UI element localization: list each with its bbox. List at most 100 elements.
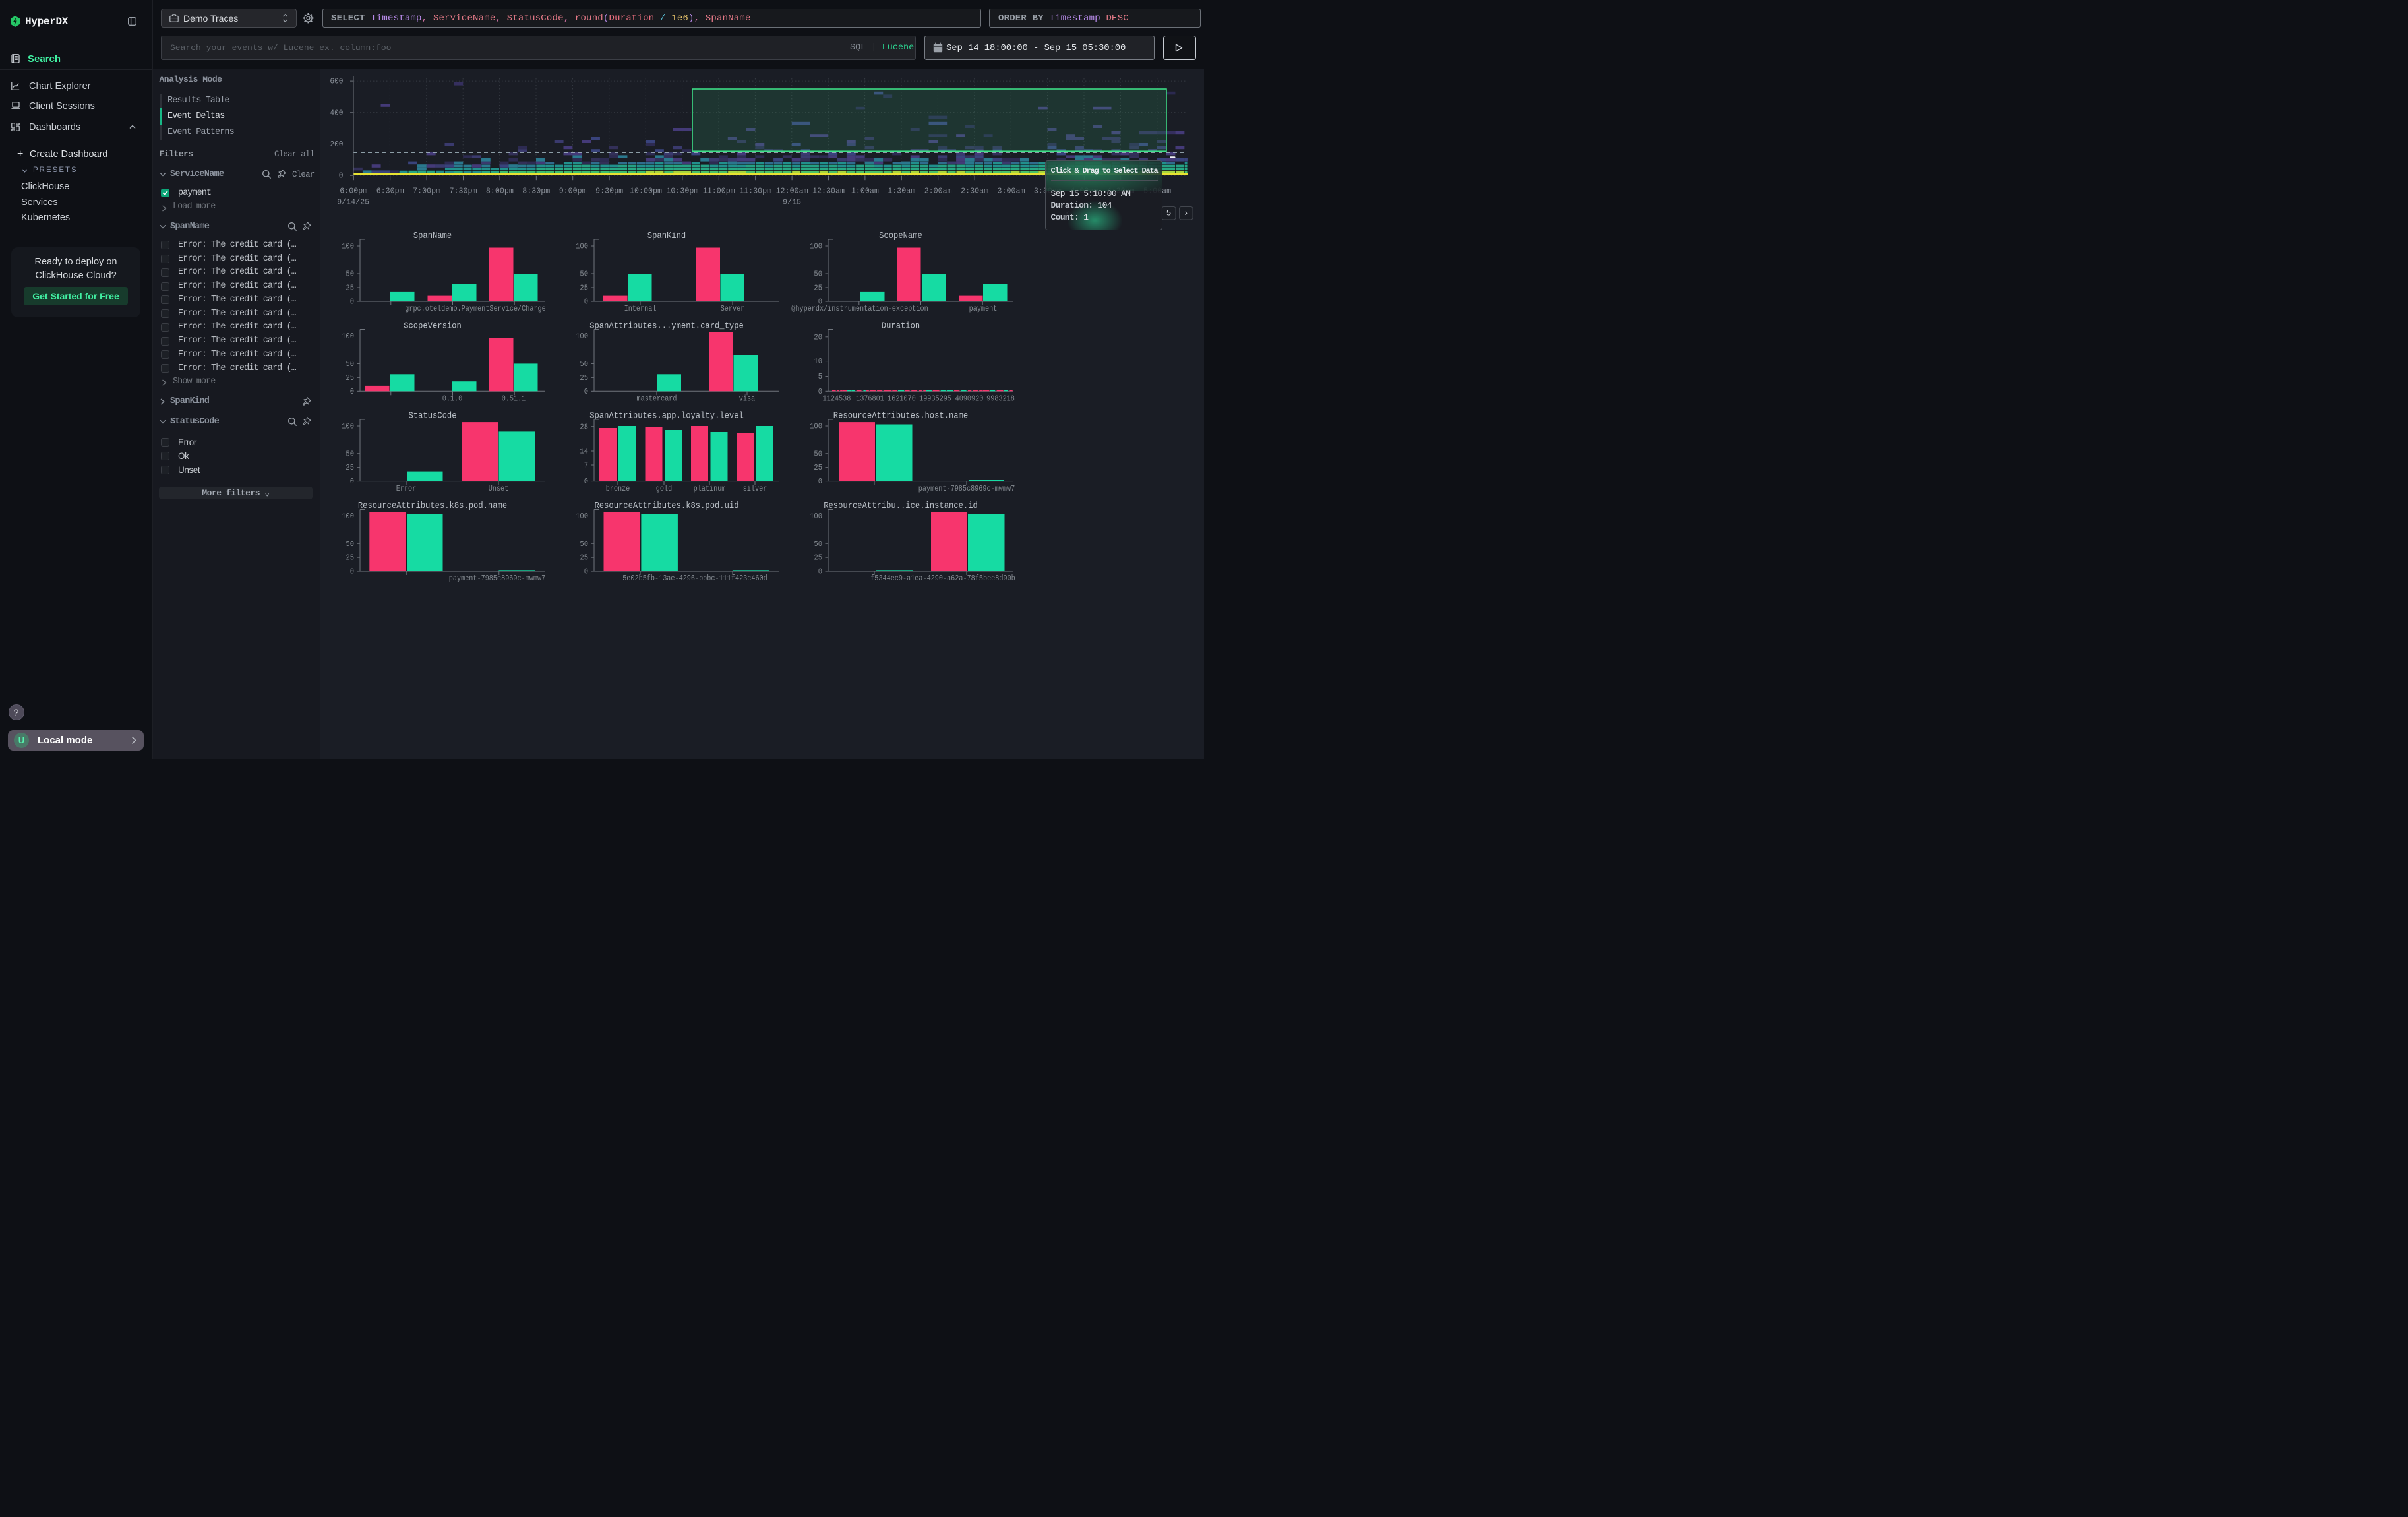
svg-text:ResourceAttributes.host.name: ResourceAttributes.host.name [833,411,968,421]
svg-text:9:00pm: 9:00pm [559,187,587,196]
svg-text:4090920: 4090920 [955,394,984,404]
svg-text:50: 50 [346,540,354,549]
svg-text:100: 100 [342,242,354,251]
svg-text:25: 25 [346,373,354,383]
svg-text:25: 25 [814,553,822,563]
svg-text:25: 25 [346,284,354,293]
svg-text:0: 0 [350,387,354,396]
svg-text:14: 14 [580,447,588,456]
svg-text:1376801: 1376801 [856,394,884,404]
svg-text:20: 20 [814,332,822,342]
svg-text:50: 50 [814,270,822,279]
svg-text:100: 100 [576,332,588,341]
svg-text:0: 0 [350,297,354,307]
svg-text:platinum: platinum [694,484,726,493]
svg-text:10:00pm: 10:00pm [630,187,662,196]
svg-text:100: 100 [810,512,822,521]
svg-text:0: 0 [584,477,588,486]
svg-text:silver: silver [743,484,768,493]
svg-text:bronze: bronze [606,484,630,493]
svg-text:0: 0 [584,567,588,576]
svg-text:100: 100 [810,422,822,431]
svg-text:0: 0 [584,387,588,396]
svg-text:50: 50 [814,449,822,458]
svg-text:6:00pm: 6:00pm [340,187,367,196]
svg-text:7:00pm: 7:00pm [413,187,440,196]
svg-text:25: 25 [346,553,354,563]
svg-text:11:30pm: 11:30pm [739,187,771,196]
svg-text:Error: Error [396,484,417,493]
svg-text:ScopeName: ScopeName [879,231,922,241]
svg-text:9:30pm: 9:30pm [595,187,623,196]
svg-text:SpanAttributes.app.loyalty.lev: SpanAttributes.app.loyalty.level [589,411,744,421]
svg-text:200: 200 [330,140,343,149]
svg-text:ResourceAttributes.k8s.pod.uid: ResourceAttributes.k8s.pod.uid [595,501,739,511]
svg-text:SpanAttributes...yment.card_ty: SpanAttributes...yment.card_type [589,321,744,331]
svg-text:0: 0 [818,477,822,486]
svg-text:grpc.oteldemo.PaymentService/C: grpc.oteldemo.PaymentService/Charge [405,304,546,313]
svg-text:400: 400 [330,108,343,117]
svg-text:ScopeVersion: ScopeVersion [404,321,462,331]
svg-text:12:30am: 12:30am [812,187,845,196]
svg-text:›: › [1184,208,1189,218]
svg-text:1124538: 1124538 [823,394,851,404]
svg-text:50: 50 [346,449,354,458]
svg-text:8:30pm: 8:30pm [522,187,550,196]
svg-text:0: 0 [350,477,354,486]
svg-text:f5344ec9-a1ea-4290-a62a-78f5be: f5344ec9-a1ea-4290-a62a-78f5bee8d90b [870,574,1015,583]
svg-text:7: 7 [584,461,588,470]
svg-text:payment: payment [969,304,998,313]
svg-text:100: 100 [810,242,822,251]
svg-text:0: 0 [350,567,354,576]
svg-text:100: 100 [342,332,354,341]
svg-text:0: 0 [818,387,822,396]
svg-text:SpanName: SpanName [413,231,452,241]
svg-text:0: 0 [339,171,344,181]
svg-text:StatusCode: StatusCode [409,411,457,421]
svg-text:SpanKind: SpanKind [647,231,686,241]
svg-text:100: 100 [342,422,354,431]
svg-text:25: 25 [580,553,588,563]
svg-text:5e02b5fb-13ae-4296-bbbc-111f42: 5e02b5fb-13ae-4296-bbbc-111f423c460d [622,574,768,583]
svg-text:25: 25 [814,284,822,293]
svg-text:2:00am: 2:00am [924,187,952,196]
svg-text:50: 50 [346,359,354,369]
svg-text:6:30pm: 6:30pm [376,187,404,196]
svg-text:600: 600 [330,77,343,86]
svg-text:25: 25 [814,463,822,472]
svg-text:12:00am: 12:00am [776,187,808,196]
svg-text:3:00am: 3:00am [998,187,1025,196]
svg-text:ResourceAttributes.k8s.pod.nam: ResourceAttributes.k8s.pod.name [358,501,507,511]
svg-text:50: 50 [580,540,588,549]
svg-text:19935295: 19935295 [919,394,951,404]
svg-text:8:00pm: 8:00pm [486,187,514,196]
svg-text:11:00pm: 11:00pm [703,187,735,196]
svg-text:2:30am: 2:30am [961,187,988,196]
svg-text:10:30pm: 10:30pm [666,187,698,196]
svg-text:0.51.1: 0.51.1 [502,394,526,404]
svg-text:1621070: 1621070 [888,394,916,404]
svg-text:25: 25 [580,373,588,383]
svg-text:9/15: 9/15 [783,198,801,207]
svg-text:25: 25 [346,463,354,472]
svg-text:gold: gold [656,484,672,493]
svg-text:payment-7985c8969c-mwmw7: payment-7985c8969c-mwmw7 [449,574,545,583]
svg-text:9/14/25: 9/14/25 [337,198,369,207]
svg-text:Duration: Duration [882,321,920,331]
svg-text:0: 0 [818,567,822,576]
svg-text:Internal: Internal [624,304,657,313]
svg-text:9983218: 9983218 [986,394,1015,404]
svg-text:payment-7985c8969c-mwmw7: payment-7985c8969c-mwmw7 [918,484,1015,493]
svg-text:10: 10 [814,357,822,366]
svg-text:50: 50 [580,270,588,279]
svg-text:@hyperdx/instrumentation-excep: @hyperdx/instrumentation-exception [791,304,928,313]
svg-text:5: 5 [1166,209,1172,218]
svg-text:5: 5 [818,372,822,381]
svg-text:1:30am: 1:30am [888,187,915,196]
svg-text:1:00am: 1:00am [851,187,879,196]
svg-text:0.1.0: 0.1.0 [442,394,463,404]
svg-text:Server: Server [721,304,745,313]
svg-text:28: 28 [580,422,588,431]
svg-text:100: 100 [342,512,354,521]
svg-text:25: 25 [580,284,588,293]
